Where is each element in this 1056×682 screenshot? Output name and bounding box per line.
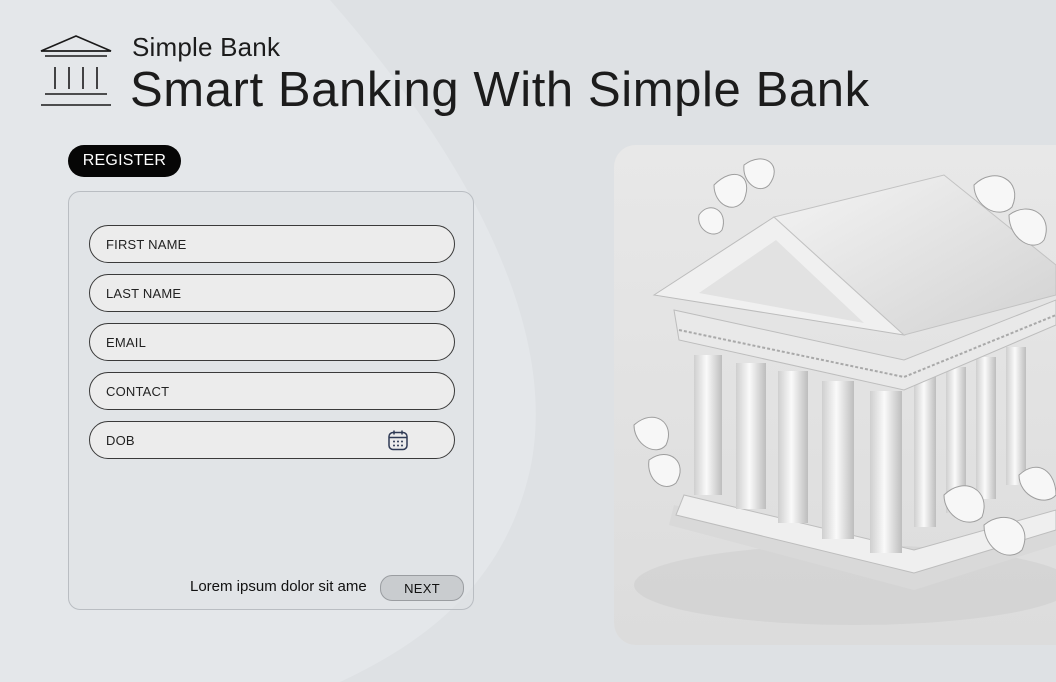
registration-form: FIRST NAME LAST NAME EMAIL CONTACT DOB L… bbox=[68, 191, 474, 610]
contact-placeholder: CONTACT bbox=[106, 383, 170, 399]
dob-field[interactable]: DOB bbox=[89, 421, 455, 459]
hero-image bbox=[614, 145, 1056, 645]
register-tab[interactable]: REGISTER bbox=[68, 145, 181, 177]
calendar-icon[interactable] bbox=[386, 428, 410, 452]
form-footer-text: Lorem ipsum dolor sit ame bbox=[190, 578, 367, 595]
email-placeholder: EMAIL bbox=[106, 334, 147, 350]
first-name-field[interactable]: FIRST NAME bbox=[89, 225, 455, 263]
first-name-placeholder: FIRST NAME bbox=[106, 236, 187, 252]
page-headline: Smart Banking With Simple Bank bbox=[130, 63, 870, 117]
last-name-placeholder: LAST NAME bbox=[106, 285, 182, 301]
contact-field[interactable]: CONTACT bbox=[89, 372, 455, 410]
dob-placeholder: DOB bbox=[106, 432, 135, 448]
last-name-field[interactable]: LAST NAME bbox=[89, 274, 455, 312]
brand-name: Simple Bank bbox=[132, 32, 281, 62]
bank-building-illustration bbox=[614, 145, 1056, 645]
email-field[interactable]: EMAIL bbox=[89, 323, 455, 361]
next-button[interactable]: NEXT bbox=[380, 575, 464, 601]
bank-building-icon bbox=[40, 35, 112, 106]
